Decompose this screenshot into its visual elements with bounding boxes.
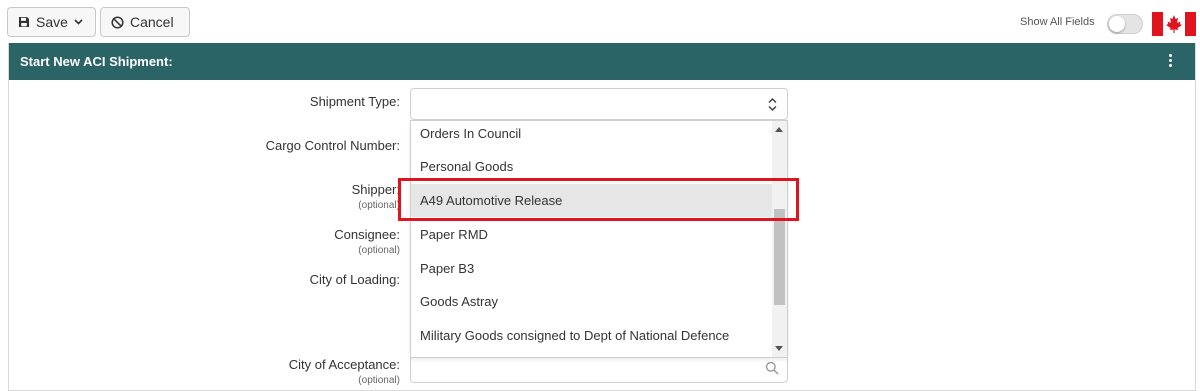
consignee-label: Consignee: <box>334 227 400 242</box>
panel-title: Start New ACI Shipment: <box>20 54 173 69</box>
cargo-control-number-label: Cargo Control Number: <box>265 138 400 153</box>
dropdown-scrollbar[interactable] <box>772 121 787 357</box>
kebab-menu-icon[interactable] <box>1169 54 1173 68</box>
scroll-up-arrow-icon[interactable] <box>775 127 783 132</box>
city-of-acceptance-input[interactable] <box>410 355 788 383</box>
dropdown-option[interactable]: Goods Astray <box>411 285 773 318</box>
floppy-disk-icon <box>18 16 30 28</box>
scroll-down-arrow-icon[interactable] <box>775 346 783 351</box>
panel-header: Start New ACI Shipment: <box>9 43 1195 80</box>
show-all-fields-toggle[interactable] <box>1107 14 1143 34</box>
shipper-label: Shipper: <box>351 182 400 197</box>
scrollbar-thumb[interactable] <box>774 209 785 305</box>
toolbar: Save Cancel Show All Fields <box>0 0 1200 43</box>
dropdown-option[interactable]: Paper RMD <box>411 218 773 251</box>
shipment-type-dropdown[interactable]: Orders In Council Personal Goods A49 Aut… <box>410 120 788 358</box>
toggle-knob <box>1109 16 1125 32</box>
dropdown-option[interactable]: Personal Goods <box>411 150 773 183</box>
chevron-down-icon[interactable] <box>74 19 83 25</box>
search-icon[interactable] <box>765 361 779 375</box>
save-button[interactable]: Save <box>7 7 96 37</box>
cancel-button[interactable]: Cancel <box>100 7 190 37</box>
consignee-optional-note: (optional) <box>358 245 400 256</box>
city-of-acceptance-optional-note: (optional) <box>358 375 400 386</box>
show-all-fields-label: Show All Fields <box>1020 16 1095 28</box>
cancel-button-label: Cancel <box>130 14 174 30</box>
updown-chevron-icon <box>768 97 777 112</box>
city-of-loading-label: City of Loading: <box>309 272 400 287</box>
city-of-acceptance-label: City of Acceptance: <box>288 357 400 372</box>
dropdown-option-highlighted[interactable]: A49 Automotive Release <box>411 184 773 217</box>
canada-flag-icon <box>1152 12 1196 36</box>
save-button-label: Save <box>36 14 68 30</box>
shipment-type-select[interactable] <box>410 88 788 120</box>
shipper-optional-note: (optional) <box>358 200 400 211</box>
ban-icon <box>111 15 124 29</box>
dropdown-option[interactable]: Military Goods consigned to Dept of Nati… <box>411 319 773 352</box>
dropdown-option[interactable]: Orders In Council <box>411 117 773 150</box>
dropdown-option[interactable]: Paper B3 <box>411 252 773 285</box>
shipment-type-label: Shipment Type: <box>309 94 400 109</box>
